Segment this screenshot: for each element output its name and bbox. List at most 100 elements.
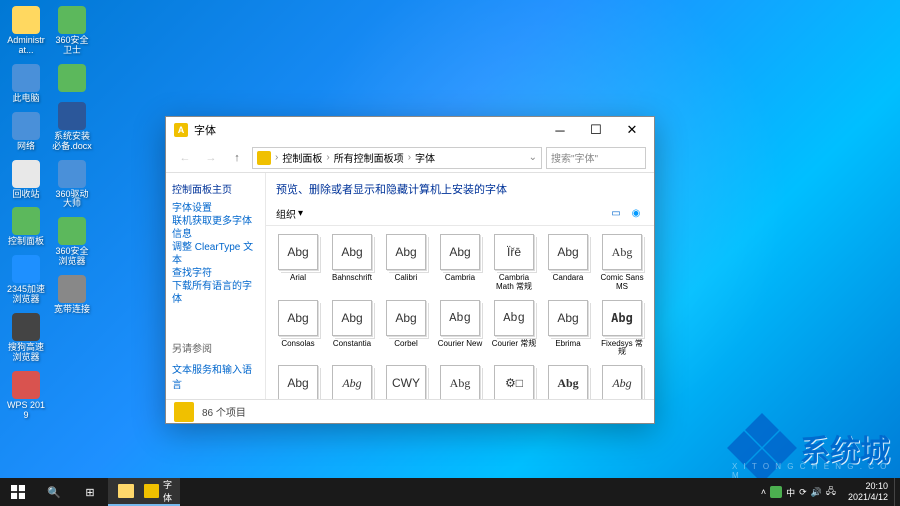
font-item[interactable]: Abg Consolas xyxy=(272,298,324,360)
breadcrumb[interactable]: › 控制面板 › 所有控制面板项 › 字体 ⌄ xyxy=(252,147,542,169)
font-item[interactable]: ⚙□HoloLens MDL2 Assets 常规 xyxy=(488,363,540,399)
font-item[interactable]: AbgBahnschrift xyxy=(326,232,378,294)
taskbar: 🔍 ⊞ 字体 ˄ 中 ⟳ 🔊 🖧 20:10 2021/4/12 xyxy=(0,478,900,506)
font-thumb: Abg xyxy=(602,234,642,270)
tray-network-icon[interactable]: 🖧 xyxy=(826,484,836,500)
font-item[interactable]: AbgCourier 常规 xyxy=(488,298,540,360)
font-item[interactable]: ÏřēCambria Math 常规 xyxy=(488,232,540,294)
desktop-icon[interactable]: 2345加速浏览器 xyxy=(4,253,48,307)
breadcrumb-icon xyxy=(257,151,271,165)
font-item[interactable]: AbgFixedsys 常规 xyxy=(596,298,648,360)
start-button[interactable] xyxy=(0,478,36,506)
show-desktop-button[interactable] xyxy=(894,478,900,506)
up-button[interactable]: ↑ xyxy=(226,147,248,169)
font-item[interactable]: AbgArial xyxy=(272,232,324,294)
chevron-down-icon: ▾ xyxy=(298,208,303,219)
desktop-icon[interactable]: 网络 xyxy=(4,110,48,154)
font-name: Consolas xyxy=(281,340,314,349)
app-icon xyxy=(58,217,86,245)
icon-label: 回收站 xyxy=(12,190,39,200)
icon-label: 搜狗高速浏览器 xyxy=(6,343,46,363)
font-name: Corbel xyxy=(394,340,418,349)
font-grid[interactable]: AbgArialAbgBahnschriftAbgCalibriAbgCambr… xyxy=(266,226,654,399)
tray-chevron-icon[interactable]: ˄ xyxy=(761,487,766,497)
app-icon xyxy=(58,64,86,92)
font-name: Cambria xyxy=(445,274,475,283)
desktop-icon[interactable]: 360驱动大师 xyxy=(50,158,94,212)
tray-icon[interactable] xyxy=(770,486,782,498)
font-item[interactable]: AbgComic Sans MS xyxy=(596,232,648,294)
explorer-taskbar[interactable] xyxy=(108,478,144,506)
app-icon xyxy=(12,207,40,235)
desktop-icon[interactable]: 360安全浏览器 xyxy=(50,215,94,269)
sidebar-link[interactable]: 联机获取更多字体信息 xyxy=(172,215,259,241)
icon-label: 360安全浏览器 xyxy=(52,247,92,267)
desktop-icon[interactable]: 控制面板 xyxy=(4,205,48,249)
font-item[interactable]: AbgImpact 常规 xyxy=(542,363,594,399)
maximize-button[interactable]: ☐ xyxy=(578,118,614,142)
tray-sync-icon[interactable]: ⟳ xyxy=(799,487,807,498)
desktop-icon[interactable]: 360安全卫士 xyxy=(50,4,94,58)
desktop-icon[interactable] xyxy=(50,62,94,96)
app-icon xyxy=(12,255,40,283)
help-button[interactable]: ◉ xyxy=(628,205,644,221)
desktop-icon[interactable]: 搜狗高速浏览器 xyxy=(4,311,48,365)
font-item[interactable]: AbgEbrima xyxy=(542,298,594,360)
back-button[interactable]: ← xyxy=(174,147,196,169)
sidebar-link[interactable]: 字体设置 xyxy=(172,202,259,215)
font-name: Calibri xyxy=(395,274,418,283)
sidebar-link[interactable]: 下载所有语言的字体 xyxy=(172,280,259,306)
font-item[interactable]: AbgGabriola 常规 xyxy=(326,363,378,399)
system-tray[interactable]: ˄ 中 ⟳ 🔊 🖧 xyxy=(755,484,842,500)
breadcrumb-item[interactable]: 字体 xyxy=(415,150,435,165)
search-input[interactable]: 搜索"字体" xyxy=(546,147,646,169)
breadcrumb-item[interactable]: 控制面板 xyxy=(282,150,322,165)
fonts-taskbar[interactable]: 字体 xyxy=(144,478,180,506)
taskview-button[interactable]: ⊞ xyxy=(72,478,108,506)
app-icon xyxy=(12,313,40,341)
breadcrumb-item[interactable]: 所有控制面板项 xyxy=(334,150,404,165)
desktop-icon[interactable]: WPS 2019 xyxy=(4,369,48,423)
font-thumb: Abg xyxy=(548,365,588,399)
sidebar-link[interactable]: 调整 ClearType 文本 xyxy=(172,241,259,267)
font-thumb: Abg xyxy=(548,300,588,336)
font-item[interactable]: CWYGadugi xyxy=(380,363,432,399)
font-item[interactable]: AbgCalibri xyxy=(380,232,432,294)
icon-label: 网络 xyxy=(17,142,35,152)
font-item[interactable]: AbgGeorgia xyxy=(434,363,486,399)
font-thumb: Abg xyxy=(440,300,480,336)
tray-ime-icon[interactable]: 中 xyxy=(786,486,795,499)
font-item[interactable]: Abg Corbel xyxy=(380,298,432,360)
view-button[interactable]: ▭ xyxy=(608,205,624,221)
desktop-icon[interactable]: 此电脑 xyxy=(4,62,48,106)
minimize-button[interactable]: ─ xyxy=(542,118,578,142)
font-thumb: Abg xyxy=(386,300,426,336)
font-thumb: ⚙□ xyxy=(494,365,534,399)
font-thumb: Abg xyxy=(278,300,318,336)
sidebar-home[interactable]: 控制面板主页 xyxy=(172,181,259,196)
taskbar-clock[interactable]: 20:10 2021/4/12 xyxy=(842,481,894,503)
desktop-icon[interactable]: 宽带连接 xyxy=(50,273,94,317)
font-thumb: Ïřē xyxy=(494,234,534,270)
search-button[interactable]: 🔍 xyxy=(36,478,72,506)
breadcrumb-dropdown[interactable]: ⌄ xyxy=(529,152,537,163)
font-item[interactable]: Abg Courier New xyxy=(434,298,486,360)
titlebar[interactable]: A 字体 ─ ☐ ✕ xyxy=(166,117,654,143)
app-icon xyxy=(58,102,86,130)
sidebar: 控制面板主页 字体设置联机获取更多字体信息调整 ClearType 文本查找字符… xyxy=(166,173,266,399)
font-item[interactable]: AbgCambria xyxy=(434,232,486,294)
tray-volume-icon[interactable]: 🔊 xyxy=(811,487,822,498)
font-name: Courier New xyxy=(438,340,482,349)
desktop-icon[interactable]: 回收站 xyxy=(4,158,48,202)
close-button[interactable]: ✕ xyxy=(614,118,650,142)
desktop-icon[interactable]: Administrat... xyxy=(4,4,48,58)
font-item[interactable]: AbgFranklin Gothic xyxy=(272,363,324,399)
sidebar-link[interactable]: 查找字符 xyxy=(172,267,259,280)
organize-button[interactable]: 组织 ▾ xyxy=(276,206,303,221)
font-item[interactable]: AbgInk Free 常规 xyxy=(596,363,648,399)
sidebar-footer-link[interactable]: 文本服务和输入语言 xyxy=(172,361,259,391)
desktop-icon[interactable]: 系统安装必备.docx xyxy=(50,100,94,154)
font-item[interactable]: AbgCandara xyxy=(542,232,594,294)
font-item[interactable]: AbgConstantia xyxy=(326,298,378,360)
forward-button[interactable]: → xyxy=(200,147,222,169)
